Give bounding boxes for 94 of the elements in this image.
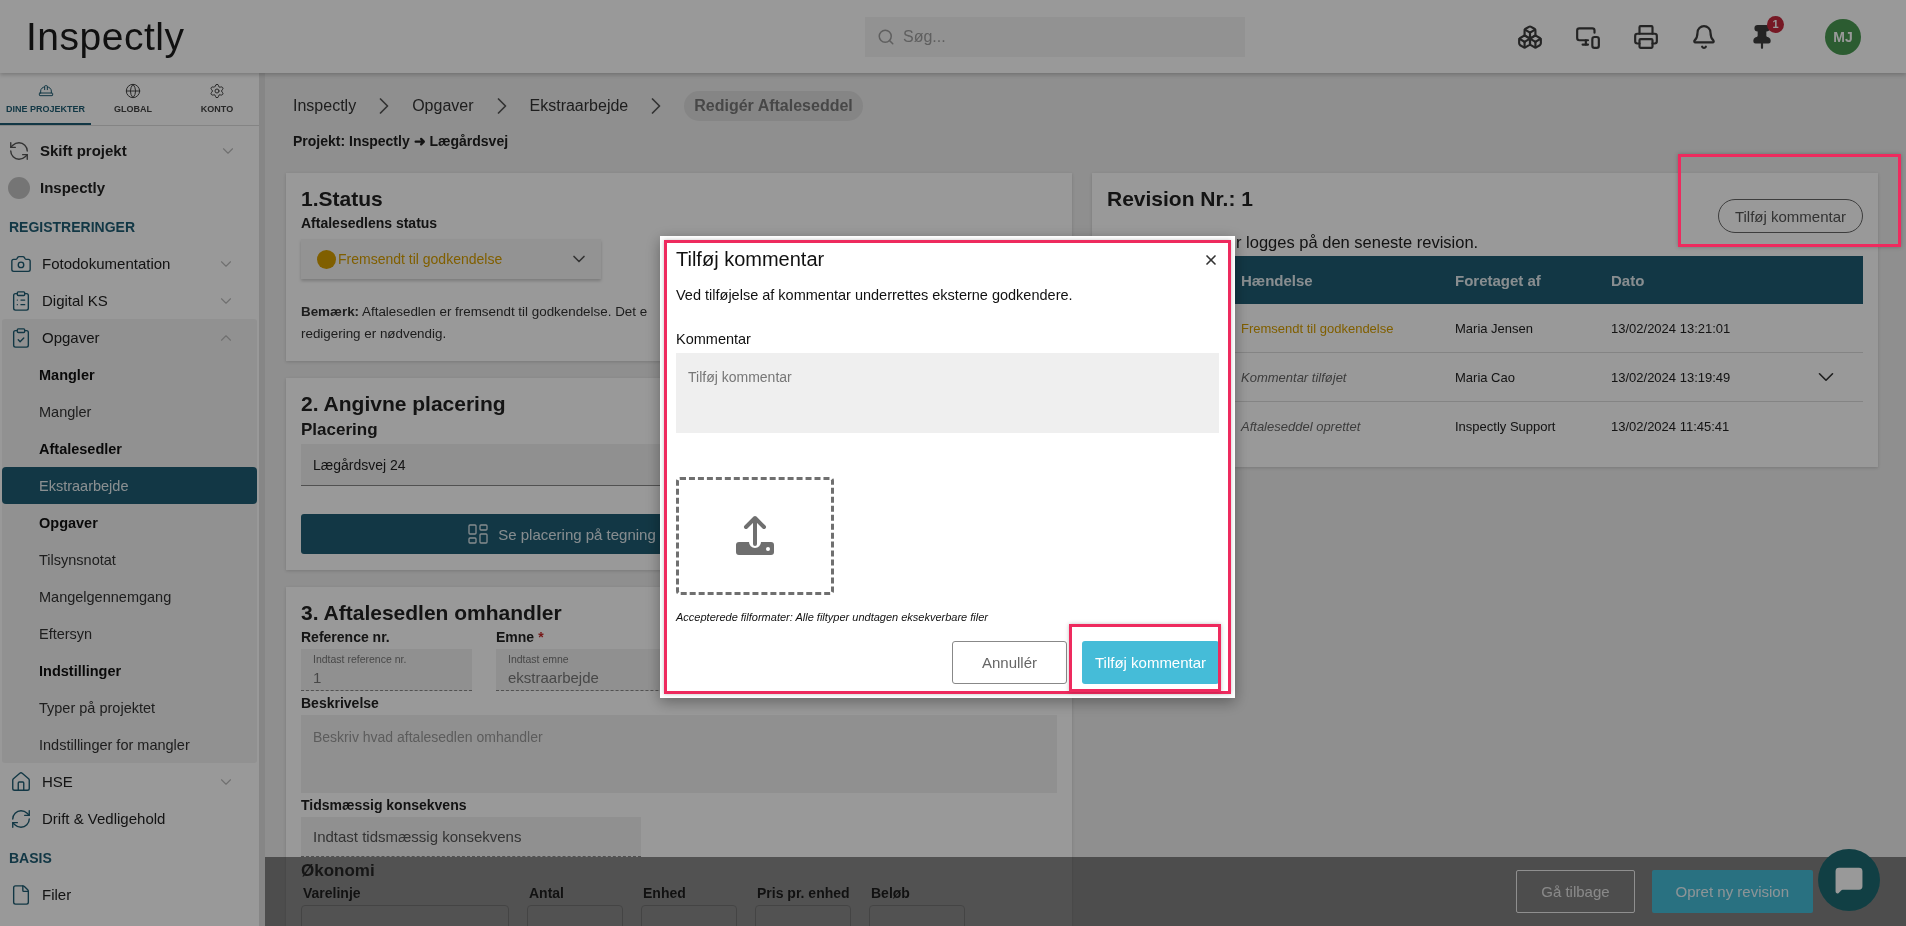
globe-icon (125, 82, 141, 99)
breadcrumb-link[interactable]: Opgaver (412, 97, 474, 115)
sidebar-subitem[interactable]: Mangelgennemgang (2, 578, 257, 615)
printer-button[interactable] (1633, 23, 1659, 50)
column-header: Foretaget af (1455, 271, 1542, 289)
card-title: 1.Status (301, 187, 383, 211)
refresh-icon (8, 139, 30, 162)
card-title: 2. Angivne placering (301, 392, 506, 416)
table-cell-text: Aftaleseddel oprettet (1241, 418, 1362, 434)
sidebar-item[interactable]: Skift projekt (0, 132, 259, 169)
sidebar-tab[interactable]: GLOBAL (91, 73, 175, 125)
column-header: Enhed (642, 885, 686, 901)
hard-hat-icon (37, 82, 54, 99)
table-cell-text: Kommentar tilføjet (1241, 369, 1348, 385)
sidebar-tab[interactable]: DINE PROJEKTER (0, 73, 91, 125)
sidebar-tab[interactable]: KONTO (175, 73, 259, 125)
refresh-icon (10, 807, 32, 830)
breadcrumb-link[interactable]: Ekstraarbejde (529, 97, 629, 115)
table-cell-text: 13/02/2024 13:21:01 (1611, 320, 1732, 336)
sidebar-subitem[interactable]: Mangler (2, 393, 257, 430)
table-cell-text: Fremsendt til godkendelse (1241, 320, 1395, 336)
floating-label: Indtast reference nr. (313, 653, 407, 665)
notification-badge: 1 (1767, 15, 1784, 33)
add-comment-button[interactable]: Tilføj kommentar (1717, 199, 1863, 233)
table-cell-text: Maria Jensen (1455, 320, 1535, 336)
file-format-note: Accepterede filformater: Alle filtyper undtagen eksekverbare filer (676, 611, 990, 623)
file-icon (10, 883, 32, 906)
table-cell-text: 13/02/2024 13:19:49 (1611, 369, 1732, 385)
column-header: Beløb (870, 885, 910, 901)
settings-icon (209, 82, 225, 99)
breadcrumb-link[interactable]: Inspectly (293, 97, 357, 115)
sidebar-group-label: Aftalesedler (38, 439, 123, 459)
cancel-button[interactable]: Annullér (952, 641, 1067, 684)
sidebar-item[interactable]: HSE (2, 763, 257, 800)
column-header: Pris pr. enhed (756, 885, 850, 901)
sidebar-item[interactable]: Inspectly (0, 169, 259, 206)
upload-icon (733, 514, 777, 558)
chat-icon (1834, 865, 1864, 895)
sidebar-group-label: Indstillinger (38, 661, 123, 681)
dialog-description: Ved tilføjelse af kommentar underrettes eksterne godkendere. (676, 287, 1074, 303)
boxes-icon (1517, 23, 1543, 50)
field-label: Emne * (496, 629, 544, 645)
comment-field[interactable]: Tilføj kommentar (676, 353, 1219, 433)
logo[interactable]: Inspectly (26, 14, 865, 59)
note-text: redigering er nødvendig. (301, 325, 447, 343)
boxes-button[interactable] (1517, 23, 1543, 50)
table-cell-text: 13/02/2024 11:45:41 (1611, 418, 1731, 434)
sidebar-subitem[interactable]: Typer på projektet (2, 689, 257, 726)
sidebar-subitem[interactable]: Tilsynsnotat (2, 541, 257, 578)
project-path: Projekt: Inspectly ➜ Lægårdsvej (293, 133, 510, 149)
note-text: r logges på den seneste revision. (1236, 233, 1479, 252)
column-header: Hændelse (1241, 271, 1314, 289)
sidebar-item[interactable]: Opgaver (2, 319, 257, 356)
time-impact-field[interactable]: Indtast tidsmæssig konsekvens (301, 817, 641, 857)
column-header: Antal (528, 885, 564, 901)
field-label: Placering (301, 420, 378, 440)
field-label: Beskrivelse (301, 695, 379, 711)
card-title: 3. Aftalesedlen omhandler (301, 601, 562, 625)
sidebar-item[interactable]: Filer (2, 876, 257, 913)
clipboard-icon (10, 326, 32, 349)
note-text: Bemærk: Aftalesedlen er fremsendt til godkendelse. Det e (301, 303, 648, 321)
section-title: Økonomi (301, 861, 375, 881)
section-heading: REGISTRERINGER (8, 218, 136, 237)
sidebar-group-label: Mangler (38, 365, 96, 385)
section-heading: BASIS (8, 849, 53, 868)
sidebar-item[interactable]: Digital KS (2, 282, 257, 319)
clipboard-icon (10, 289, 32, 312)
table-cell-text: Maria Cao (1455, 369, 1516, 385)
printer-icon (1633, 23, 1659, 50)
table-cell-text: Inspectly Support (1455, 418, 1557, 434)
sidebar-group-label: Opgaver (38, 513, 99, 533)
user-avatar[interactable]: MJ (1825, 18, 1861, 55)
status-dot (317, 249, 336, 269)
search-icon (877, 27, 895, 46)
sidebar-subitem[interactable]: Indstillinger for mangler (2, 726, 257, 763)
card-title: Revision Nr.: 1 (1107, 187, 1253, 211)
bell-button[interactable] (1691, 23, 1717, 50)
field-label: Aftalesedlens status (301, 215, 438, 231)
layout-icon (466, 522, 491, 546)
project-avatar (8, 176, 30, 199)
sidebar-item[interactable]: Fotodokumentation (2, 245, 257, 282)
file-drop-zone[interactable] (676, 477, 834, 595)
sidebar-subitem[interactable]: Ekstraarbejde (2, 467, 257, 504)
field-label: Tidsmæssig konsekvens (301, 797, 467, 813)
house-icon (10, 770, 32, 793)
sidebar-item[interactable]: Drift & Vedligehold (2, 800, 257, 837)
column-header: Dato (1611, 271, 1646, 289)
dialog-title: Tilføj kommentar (676, 248, 825, 271)
column-header: Varelinje (302, 885, 361, 901)
floating-label: Indtast emne (508, 653, 569, 665)
bell-icon (1691, 23, 1717, 50)
sidebar-subitem[interactable]: Eftersyn (2, 615, 257, 652)
field-label: Reference nr. (301, 629, 390, 645)
field-label: Kommentar (676, 331, 752, 347)
